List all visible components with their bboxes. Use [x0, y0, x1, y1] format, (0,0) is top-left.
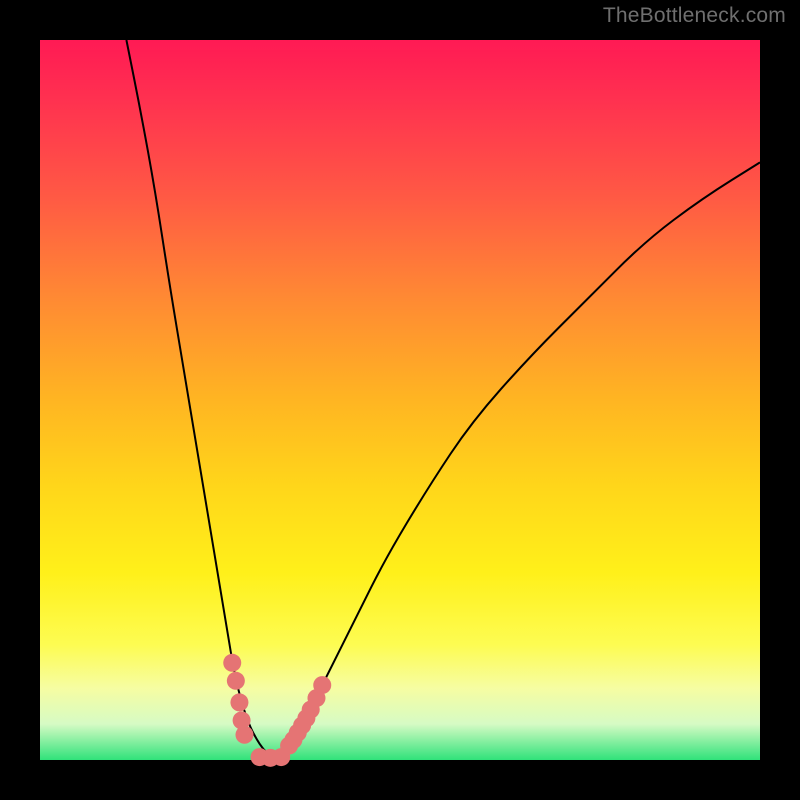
highlight-marker [223, 654, 241, 672]
highlight-marker [230, 693, 248, 711]
watermark-text: TheBottleneck.com [603, 4, 786, 28]
highlight-marker [313, 676, 331, 694]
plot-area [40, 40, 760, 760]
highlight-marker [272, 748, 290, 766]
bottleneck-curve [126, 40, 760, 757]
chart-stage: TheBottleneck.com [0, 0, 800, 800]
highlight-marker [235, 726, 253, 744]
curve-group [126, 40, 760, 757]
highlight-marker [227, 672, 245, 690]
chart-svg [40, 40, 760, 760]
marker-group [223, 654, 331, 767]
